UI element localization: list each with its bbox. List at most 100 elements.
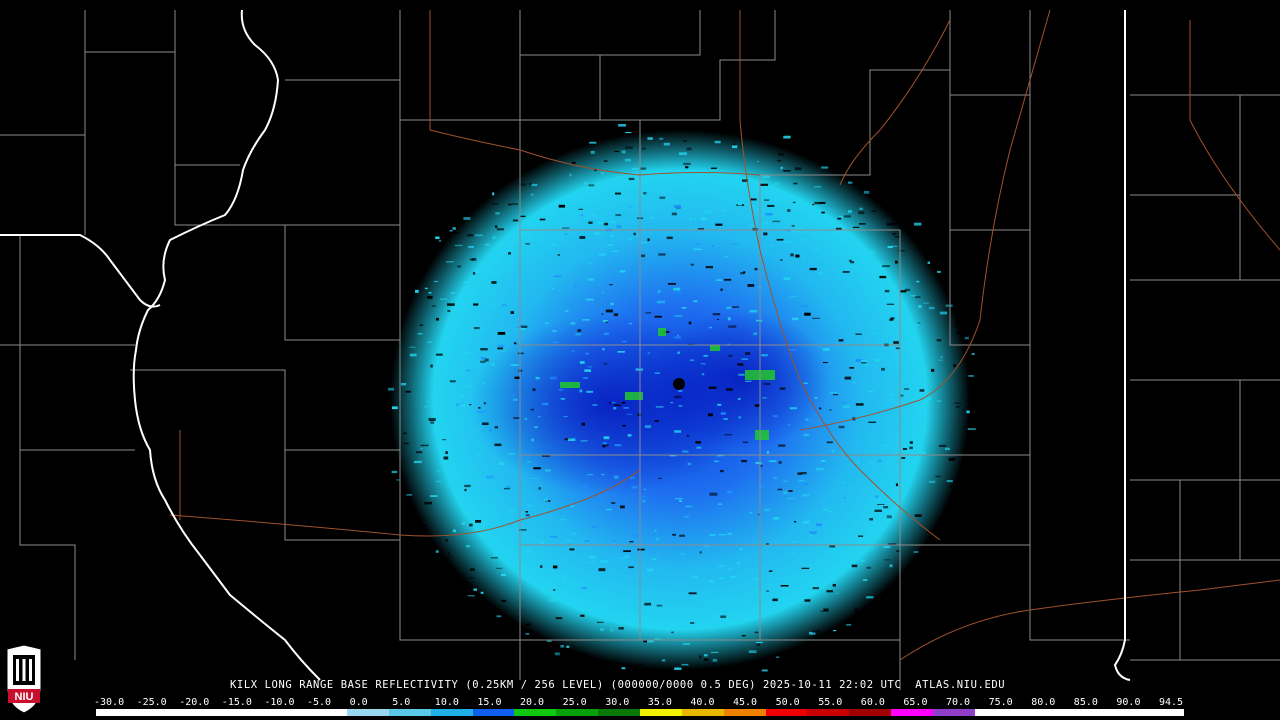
echo-speckle [819, 201, 826, 204]
echo-speckle [557, 327, 566, 330]
echo-speckle [694, 217, 697, 220]
echo-speckle [625, 132, 632, 134]
echo-speckle [820, 610, 828, 612]
echo-speckle [927, 261, 930, 264]
echo-speckle [565, 539, 573, 542]
echo-speckle [717, 564, 725, 568]
echo-speckle [821, 166, 829, 169]
echo-speckle [674, 667, 682, 670]
echo-speckle [649, 216, 653, 219]
echo-speckle [673, 287, 681, 291]
echo-speckle [561, 577, 566, 581]
echo-speckle [655, 406, 664, 408]
echo-speckle [469, 404, 472, 406]
echo-speckle [654, 529, 657, 532]
echo-speckle [895, 236, 900, 238]
echo-speckle [849, 282, 852, 285]
echo-speckle [772, 517, 780, 520]
echo-speckle [768, 460, 777, 462]
echo-speckle [877, 200, 882, 203]
echo-speckle [775, 656, 780, 659]
echo-speckle [541, 402, 549, 406]
echo-speckle [626, 413, 633, 415]
echo-speckle [469, 523, 473, 527]
echo-speckle [972, 433, 977, 436]
echo-speckle [621, 667, 626, 670]
echo-speckle [447, 310, 451, 312]
echo-speckle [955, 406, 960, 408]
echo-speckle [633, 232, 636, 236]
echo-speckle [520, 215, 526, 218]
radar-site-marker [673, 378, 685, 390]
echo-speckle [792, 552, 795, 554]
echo-speckle [602, 444, 606, 448]
echo-speckle [708, 413, 713, 417]
echo-speckle [485, 268, 491, 271]
echo-speckle [475, 520, 482, 523]
echo-speckle [532, 388, 536, 391]
echo-speckle [470, 568, 475, 571]
echo-speckle [569, 548, 575, 551]
echo-speckle [642, 147, 646, 150]
echo-speckle [739, 548, 743, 551]
echo-speckle [778, 444, 786, 447]
echo-speckle [435, 317, 439, 321]
echo-speckle [737, 202, 742, 206]
echo-speckle [464, 484, 471, 488]
echo-speckle [711, 651, 719, 653]
scale-color-step [96, 709, 138, 716]
echo-speckle [838, 216, 844, 218]
echo-speckle [851, 564, 858, 568]
echo-speckle [712, 658, 718, 662]
echo-speckle [871, 210, 877, 212]
echo-speckle [727, 317, 731, 321]
echo-speckle [465, 352, 471, 354]
echo-speckle [826, 523, 829, 525]
echo-speckle [776, 238, 784, 241]
echo-green-cell [560, 382, 580, 388]
echo-speckle [762, 397, 767, 399]
echo-speckle [619, 270, 626, 273]
echo-speckle [520, 328, 526, 330]
scale-color-step [849, 709, 892, 716]
echo-speckle [454, 244, 463, 247]
echo-speckle [494, 443, 502, 447]
echo-speckle [814, 397, 818, 399]
echo-speckle [571, 580, 578, 582]
echo-speckle [723, 418, 728, 420]
echo-speckle [551, 288, 554, 290]
echo-speckle [874, 509, 882, 512]
echo-speckle [866, 566, 871, 569]
echo-speckle [822, 348, 830, 351]
echo-speckle [809, 531, 817, 535]
echo-speckle [457, 325, 460, 328]
echo-speckle [497, 344, 505, 347]
echo-speckle [403, 442, 409, 444]
echo-speckle [714, 140, 721, 144]
echo-speckle [508, 252, 511, 255]
echo-speckle [510, 508, 513, 512]
echo-speckle [538, 416, 541, 418]
echo-speckle [538, 487, 541, 490]
echo-speckle [627, 434, 632, 437]
echo-speckle [436, 470, 442, 472]
echo-green-cell [658, 328, 666, 336]
echo-speckle [621, 401, 626, 404]
echo-speckle [674, 430, 681, 433]
echo-speckle [496, 567, 503, 569]
echo-speckle [739, 665, 743, 667]
echo-speckle [854, 608, 859, 611]
echo-speckle [427, 401, 430, 403]
echo-speckle [843, 496, 846, 499]
echo-speckle [857, 547, 864, 549]
echo-speckle [711, 512, 717, 514]
echo-speckle [803, 483, 808, 486]
echo-speckle [846, 624, 852, 626]
echo-speckle [558, 204, 566, 208]
echo-speckle [783, 277, 791, 281]
echo-speckle [726, 388, 733, 391]
scale-color-step [723, 709, 766, 716]
echo-speckle [938, 359, 943, 361]
echo-speckle [642, 499, 645, 503]
echo-speckle [496, 615, 502, 618]
